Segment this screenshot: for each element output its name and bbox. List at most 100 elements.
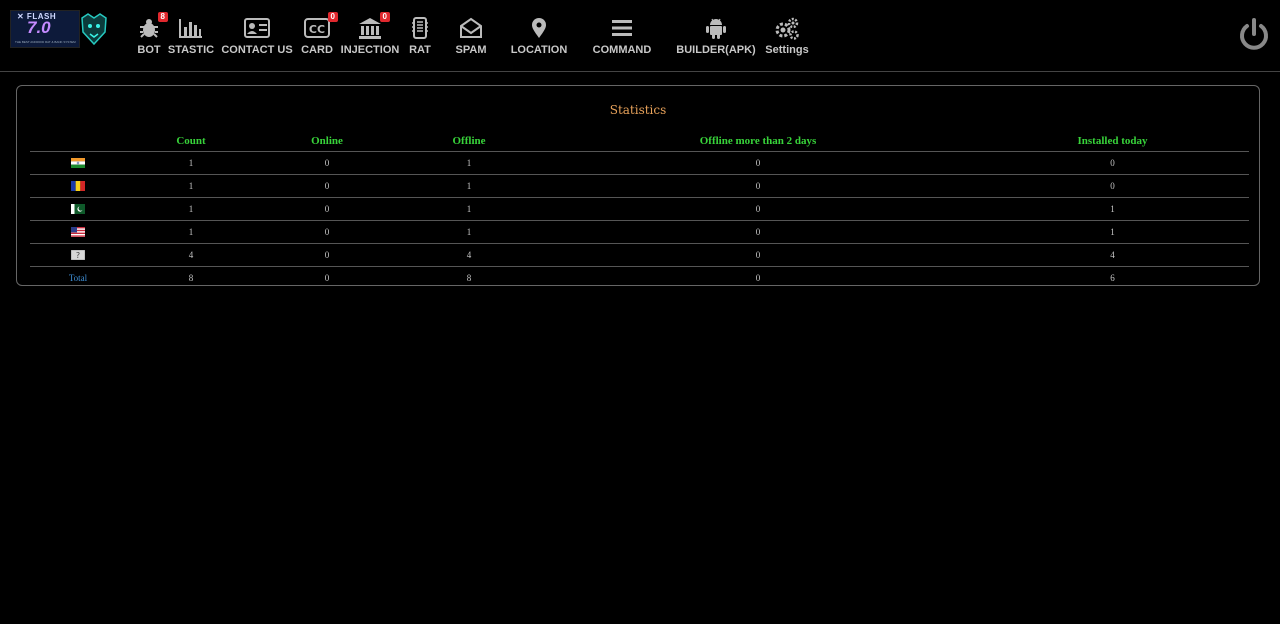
offline-2-days-cell: 0	[540, 243, 976, 267]
count-cell: 1	[126, 197, 256, 221]
top-navbar: ✕ FLASH 7.0 THE BEST ANDROID RAT & BANK …	[0, 0, 1280, 72]
offline-cell: 1	[398, 174, 540, 198]
nav-rat-label: RAT	[409, 44, 431, 56]
lion-mascot-icon	[81, 13, 107, 46]
logo-version: 7.0	[27, 18, 51, 37]
online-cell: 0	[256, 174, 398, 198]
menu-icon	[611, 14, 633, 42]
flag-cell	[30, 197, 126, 221]
bot-count-badge: 8	[157, 12, 168, 22]
count-cell: 1	[126, 174, 256, 198]
app-logo[interactable]: ✕ FLASH 7.0 THE BEST ANDROID RAT & BANK …	[10, 10, 80, 48]
online-cell: 0	[256, 243, 398, 267]
flag-cell	[30, 174, 126, 198]
offline-2-days-cell: 0	[540, 197, 976, 221]
column-header-offline: Offline	[398, 131, 540, 152]
india-flag-icon	[71, 158, 85, 169]
column-header-installed-today: Installed today	[976, 131, 1249, 152]
nav-location[interactable]: LOCATION	[511, 14, 567, 62]
nav-spam[interactable]: SPAM	[451, 14, 491, 62]
installed-today-cell: 1	[976, 220, 1249, 244]
svg-text:?: ?	[76, 252, 80, 261]
android-icon	[706, 14, 726, 42]
nav-contact-us[interactable]: CONTACT US	[221, 14, 293, 62]
table-row: 1 0 1 0 0	[30, 151, 1249, 175]
column-header-online: Online	[256, 131, 398, 152]
nav-stastic[interactable]: STASTIC	[167, 14, 215, 62]
nav-rat[interactable]: RAT	[408, 14, 432, 62]
credit-card-icon: CC 0	[304, 12, 338, 42]
total-installed-today-cell: 6	[1110, 273, 1115, 283]
nav-spam-label: SPAM	[455, 44, 487, 56]
offline-cell: 1	[398, 197, 540, 221]
phone-icon	[412, 14, 428, 42]
nav-bot[interactable]: 8 BOT	[137, 12, 168, 62]
nav-bot-label: BOT	[137, 44, 161, 56]
contact-card-icon	[244, 14, 270, 42]
offline-cell: 4	[398, 243, 540, 267]
offline-2-days-cell: 0	[540, 174, 976, 198]
nav-command-label: COMMAND	[592, 44, 652, 56]
column-header-offline-2-days: Offline more than 2 days	[540, 131, 976, 152]
total-offline-cell: 8	[466, 273, 472, 283]
statistics-title: Statistics	[609, 103, 667, 117]
column-header-flag	[30, 131, 126, 152]
nav-location-label: LOCATION	[510, 44, 568, 56]
total-label: Total	[68, 273, 88, 283]
online-cell: 0	[256, 197, 398, 221]
flag-cell	[30, 151, 126, 175]
nav-injection[interactable]: 0 INJECTION	[340, 12, 400, 62]
pakistan-flag-icon	[71, 204, 85, 215]
total-online-cell: 0	[324, 273, 330, 283]
nav-settings-label: Settings	[765, 44, 809, 56]
installed-today-cell: 1	[976, 197, 1249, 221]
unknown-flag-icon: ?	[71, 250, 85, 261]
table-header-row: Count Online Offline Offline more than 2…	[30, 131, 1249, 152]
flag-cell: ?	[30, 243, 126, 267]
nav-builder-label: BUILDER(APK)	[676, 44, 756, 56]
flag-cell	[30, 220, 126, 244]
offline-2-days-cell: 0	[540, 151, 976, 175]
nav-builder-apk[interactable]: BUILDER(APK)	[676, 14, 756, 62]
nav-card[interactable]: CC 0 CARD	[301, 12, 338, 62]
bar-chart-icon	[179, 14, 203, 42]
table-row: 1 0 1 0 0	[30, 174, 1249, 198]
table-row: 1 0 1 0 1	[30, 220, 1249, 244]
bug-icon: 8	[138, 12, 168, 42]
offline-2-days-cell: 0	[540, 220, 976, 244]
nav-contact-us-label: CONTACT US	[221, 44, 293, 56]
total-count-cell: 8	[188, 273, 194, 283]
installed-today-cell: 4	[976, 243, 1249, 267]
table-row: 1 0 1 0 1	[30, 197, 1249, 221]
total-offline-2-days-cell: 0	[755, 273, 761, 283]
nav-card-label: CARD	[301, 44, 333, 56]
statistics-table: Count Online Offline Offline more than 2…	[30, 131, 1249, 289]
count-cell: 1	[126, 151, 256, 175]
count-cell: 4	[126, 243, 256, 267]
nav-injection-label: INJECTION	[340, 44, 400, 56]
offline-cell: 1	[398, 220, 540, 244]
usa-flag-icon	[71, 227, 85, 238]
logo-tagline: THE BEST ANDROID RAT & BANK SYSTEM	[15, 40, 76, 44]
power-logout-icon[interactable]	[1238, 18, 1270, 52]
gears-icon	[774, 14, 800, 42]
total-row: Total 8 0 8 0 6	[30, 267, 1249, 290]
table-row: ? 4 0 4 0 4	[30, 243, 1249, 267]
injection-count-badge: 0	[379, 12, 390, 22]
nav-stastic-label: STASTIC	[167, 44, 215, 56]
nav-settings[interactable]: Settings	[765, 14, 809, 62]
envelope-icon	[459, 14, 483, 42]
svg-text:CC: CC	[309, 23, 325, 36]
statistics-panel: Statistics Count Online Offline Offline …	[16, 85, 1260, 286]
online-cell: 0	[256, 151, 398, 175]
column-header-count: Count	[126, 131, 256, 152]
card-count-badge: 0	[327, 12, 338, 22]
installed-today-cell: 0	[976, 151, 1249, 175]
online-cell: 0	[256, 220, 398, 244]
map-pin-icon	[531, 14, 547, 42]
count-cell: 1	[126, 220, 256, 244]
nav-command[interactable]: COMMAND	[591, 14, 653, 62]
romania-flag-icon	[71, 181, 85, 192]
bank-icon: 0	[358, 12, 390, 42]
installed-today-cell: 0	[976, 174, 1249, 198]
